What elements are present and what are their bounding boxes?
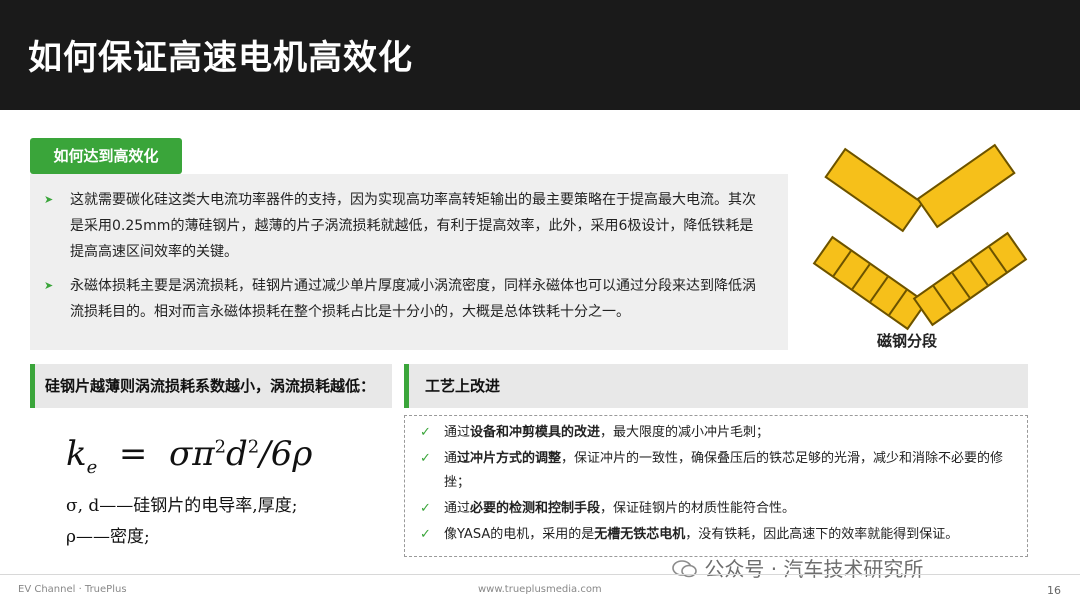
- check-bold: 设备和冲剪模具的改进: [470, 425, 601, 440]
- page-title: 如何保证高速电机高效化: [28, 38, 413, 78]
- check-icon: ✓: [420, 527, 431, 542]
- watermark-text: 公众号 · 汽车技术研究所: [704, 557, 924, 581]
- check-item: ✓ 通过冲片方式的调整，保证冲片的一致性，确保叠压后的铁芯足够的光滑，减少和消除…: [420, 447, 1020, 495]
- eddy-loss-formula: ke = σπ2d2/6ρ: [66, 434, 312, 478]
- check-item: ✓ 通过设备和冲剪模具的改进，最大限度的减小冲片毛刺；: [420, 421, 1020, 445]
- check-text: 通过: [444, 425, 471, 440]
- arrow-bullet-icon: ➤: [44, 279, 54, 292]
- formula-note: ρ——密度;: [66, 527, 150, 547]
- footer-url: www.trueplusmedia.com: [478, 584, 602, 595]
- arrow-bullet-icon: ➤: [44, 193, 54, 206]
- check-icon: ✓: [420, 425, 431, 440]
- check-bold: 必要的检测和控制手段: [470, 501, 601, 516]
- magnet-block-top-left: [824, 147, 924, 233]
- formula-exp1: 2: [214, 436, 227, 458]
- section-tag: 如何达到高效化: [30, 138, 182, 174]
- formula-expr: σπ: [169, 434, 215, 474]
- formula-k: k: [66, 434, 87, 474]
- check-item: ✓ 像YASA的电机，采用的是无槽无铁芯电机，没有铁耗，因此高速下的效率就能得到…: [420, 523, 1020, 547]
- bullet-item: ➤ 永磁体损耗主要是涡流损耗，硅钢片通过减少单片厚度减小涡流密度，同样永磁体也可…: [44, 273, 764, 325]
- formula-exp2: 2: [247, 436, 260, 458]
- formula-eq: =: [118, 434, 148, 474]
- formula-d: d: [226, 434, 248, 474]
- check-text: ，保证硅钢片的材质性能符合性。: [600, 501, 796, 516]
- check-item: ✓ 通过必要的检测和控制手段，保证硅钢片的材质性能符合性。: [420, 497, 1020, 521]
- magnet-block-top-right: [916, 143, 1016, 229]
- footer-divider: [0, 574, 1080, 575]
- formula-tail: /6ρ: [259, 434, 313, 474]
- title-bar: 如何保证高速电机高效化: [0, 0, 1080, 110]
- check-icon: ✓: [420, 451, 431, 466]
- formula-sub: e: [86, 456, 98, 478]
- wechat-icon: [672, 559, 698, 579]
- magnet-label: 磁钢分段: [877, 332, 938, 350]
- check-text: 通过: [444, 501, 471, 516]
- right-subhead: 工艺上改进: [404, 364, 1028, 408]
- check-bold: 过冲片方式的调整: [457, 451, 562, 466]
- wechat-watermark: 公众号 · 汽车技术研究所: [672, 553, 923, 582]
- magnet-segmented-left: [812, 235, 928, 331]
- footer-brand: EV Channel · TruePlus: [18, 584, 127, 595]
- left-subhead: 硅钢片越薄则涡流损耗系数越小，涡流损耗越低：: [30, 364, 392, 408]
- check-icon: ✓: [420, 501, 431, 516]
- formula-note: σ, d——硅钢片的电导率,厚度;: [66, 496, 298, 516]
- check-text: 通: [444, 451, 458, 466]
- bullet-text: 永磁体损耗主要是涡流损耗，硅钢片通过减少单片厚度减小涡流密度，同样永磁体也可以通…: [70, 278, 756, 320]
- bullet-text: 这就需要碳化硅这类大电流功率器件的支持，因为实现高功率高转矩输出的最主要策略在于…: [70, 192, 756, 260]
- check-text: ，最大限度的减小冲片毛刺；: [600, 425, 770, 440]
- magnet-segmented-right: [912, 231, 1028, 327]
- check-text: ，没有铁耗，因此高速下的效率就能得到保证。: [685, 527, 959, 542]
- check-bold: 无槽无铁芯电机: [594, 527, 686, 542]
- bullet-item: ➤ 这就需要碳化硅这类大电流功率器件的支持，因为实现高功率高转矩输出的最主要策略…: [44, 187, 764, 265]
- page-number: 16: [1047, 584, 1061, 597]
- check-text: 像YASA的电机，采用的是: [444, 527, 595, 542]
